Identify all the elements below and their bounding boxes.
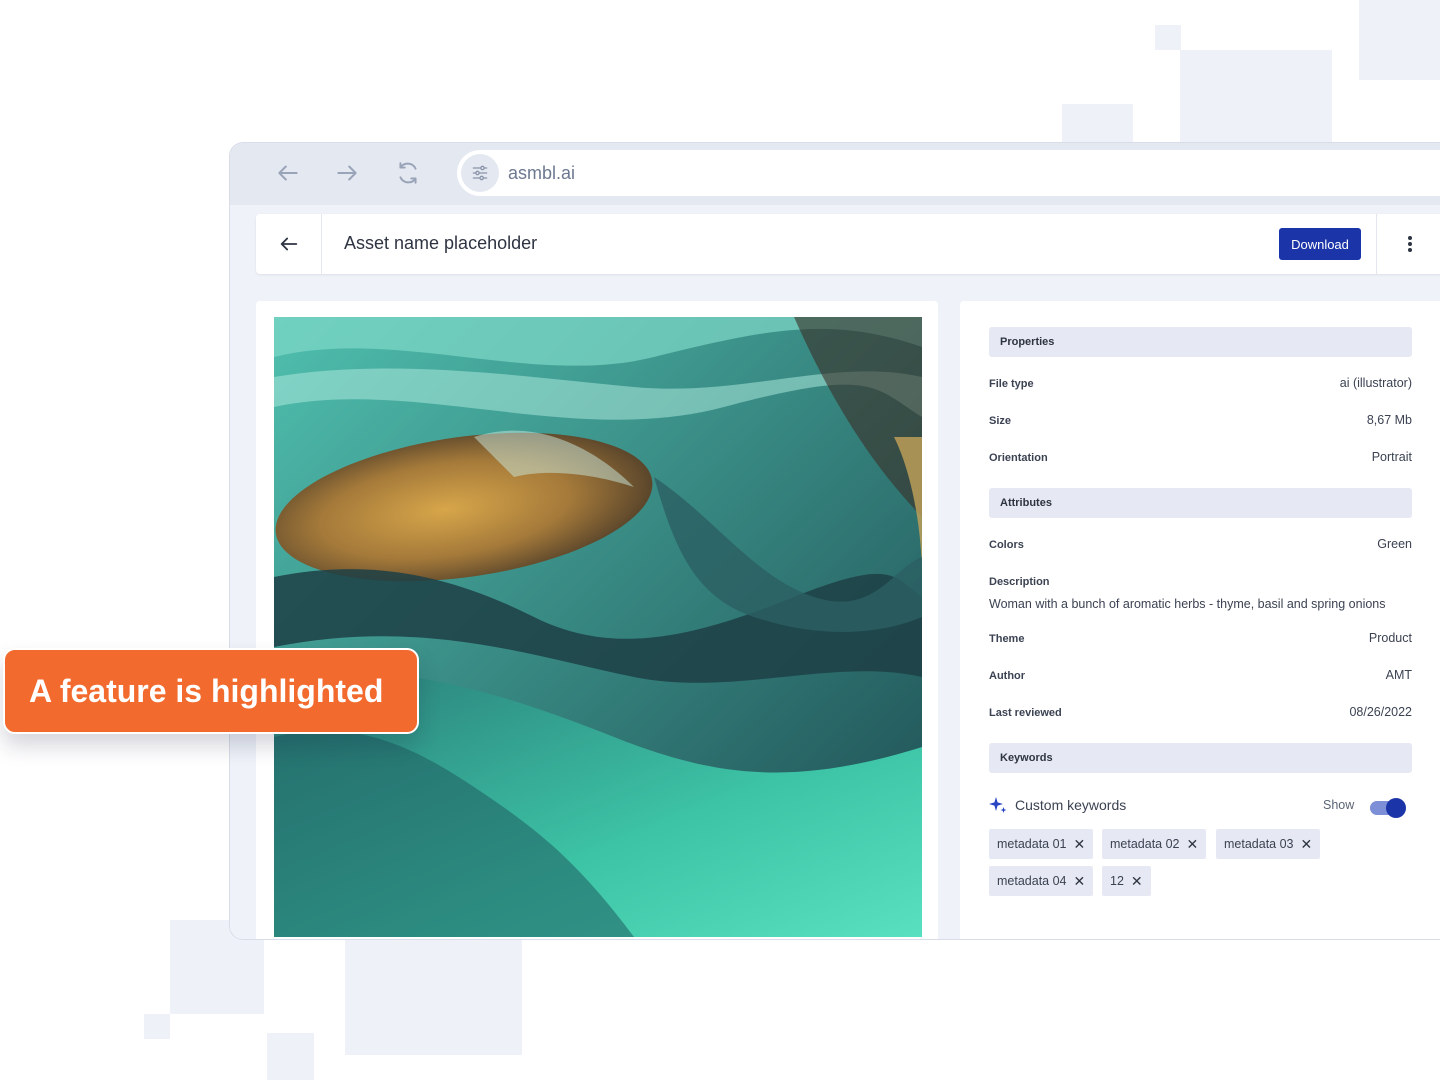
more-options-button[interactable] xyxy=(1376,214,1440,274)
feature-highlight-callout: A feature is highlighted xyxy=(3,648,419,734)
keyword-chip-label: metadata 01 xyxy=(997,837,1067,851)
asset-preview-card xyxy=(256,301,938,939)
remove-chip-icon[interactable]: ✕ xyxy=(1074,873,1086,890)
size-value: 8,67 Mb xyxy=(1366,413,1412,427)
bg-square xyxy=(1180,50,1332,142)
file-type-label: File type xyxy=(989,378,1034,390)
keyword-chip-label: metadata 04 xyxy=(997,874,1067,888)
theme-label: Theme xyxy=(989,633,1025,645)
keyword-chip[interactable]: metadata 01 ✕ xyxy=(989,829,1094,859)
show-toggle-label: Show xyxy=(1323,798,1355,812)
settings-sliders-icon xyxy=(472,165,488,181)
colors-value: Green xyxy=(1377,537,1412,551)
keyword-chip[interactable]: metadata 03 ✕ xyxy=(1216,829,1321,859)
orientation-value: Portrait xyxy=(1371,450,1412,464)
forward-arrow-icon xyxy=(337,165,357,181)
browser-forward-button[interactable] xyxy=(331,157,363,189)
remove-chip-icon[interactable]: ✕ xyxy=(1187,836,1199,853)
bg-square xyxy=(267,1033,314,1080)
asset-preview-image[interactable] xyxy=(274,317,922,937)
browser-toolbar: asmbl.ai xyxy=(230,143,1440,205)
theme-value: Product xyxy=(1368,631,1412,645)
file-type-value: ai (illustrator) xyxy=(1339,376,1412,390)
keyword-chip[interactable]: metadata 04 ✕ xyxy=(989,866,1094,896)
last-reviewed-label: Last reviewed xyxy=(989,707,1062,719)
size-label: Size xyxy=(989,415,1012,427)
back-arrow-icon xyxy=(280,237,297,251)
more-vertical-icon xyxy=(1407,236,1412,252)
author-label: Author xyxy=(989,670,1026,682)
back-arrow-icon xyxy=(278,165,298,181)
asset-properties-panel: Properties File type ai (illustrator) Si… xyxy=(960,301,1440,939)
browser-back-button[interactable] xyxy=(272,157,304,189)
remove-chip-icon[interactable]: ✕ xyxy=(1301,836,1313,853)
url-text: asmbl.ai xyxy=(508,163,576,183)
download-button[interactable]: Download xyxy=(1279,228,1361,260)
colors-label: Colors xyxy=(989,539,1024,551)
site-settings-button[interactable] xyxy=(461,154,499,192)
back-button[interactable] xyxy=(256,214,322,274)
orientation-label: Orientation xyxy=(989,452,1048,464)
bg-square xyxy=(1359,0,1440,80)
toggle-knob xyxy=(1386,798,1406,818)
show-keywords-toggle[interactable] xyxy=(1370,798,1406,818)
bg-square xyxy=(345,938,522,1055)
asset-header: Asset name placeholder Download xyxy=(256,214,1440,274)
browser-reload-button[interactable] xyxy=(392,157,424,189)
description-value: Woman with a bunch of aromatic herbs - t… xyxy=(989,597,1386,611)
author-value: AMT xyxy=(1385,668,1412,682)
callout-text: A feature is highlighted xyxy=(29,672,384,709)
app-content: Asset name placeholder Download Properti… xyxy=(230,205,1440,939)
attributes-section-header: Attributes xyxy=(989,488,1412,518)
browser-window: asmbl.ai Asset name placeholder Download xyxy=(229,142,1440,940)
reload-icon xyxy=(399,162,417,184)
custom-keywords-title: Custom keywords xyxy=(1015,797,1127,813)
keyword-chip-label: metadata 03 xyxy=(1224,837,1294,851)
last-reviewed-value: 08/26/2022 xyxy=(1349,705,1412,719)
sparkle-icon xyxy=(989,797,1007,813)
bg-square xyxy=(1062,104,1133,142)
attributes-heading: Attributes xyxy=(1000,497,1052,509)
remove-chip-icon[interactable]: ✕ xyxy=(1131,873,1143,890)
keywords-heading: Keywords xyxy=(1000,752,1053,764)
bg-square xyxy=(144,1014,170,1039)
page-title: Asset name placeholder xyxy=(344,233,538,253)
bg-square xyxy=(1155,25,1181,50)
remove-chip-icon[interactable]: ✕ xyxy=(1074,836,1086,853)
keywords-section-header: Keywords xyxy=(989,743,1412,773)
keyword-chip-label: metadata 02 xyxy=(1110,837,1180,851)
keyword-chip[interactable]: metadata 02 ✕ xyxy=(1102,829,1207,859)
properties-section-header: Properties xyxy=(989,327,1412,357)
address-bar[interactable]: asmbl.ai xyxy=(457,150,1440,196)
keyword-chip-label: 12 xyxy=(1110,874,1124,888)
keyword-chip[interactable]: 12 ✕ xyxy=(1102,866,1151,896)
description-label: Description xyxy=(989,576,1050,588)
properties-heading: Properties xyxy=(1000,336,1055,348)
